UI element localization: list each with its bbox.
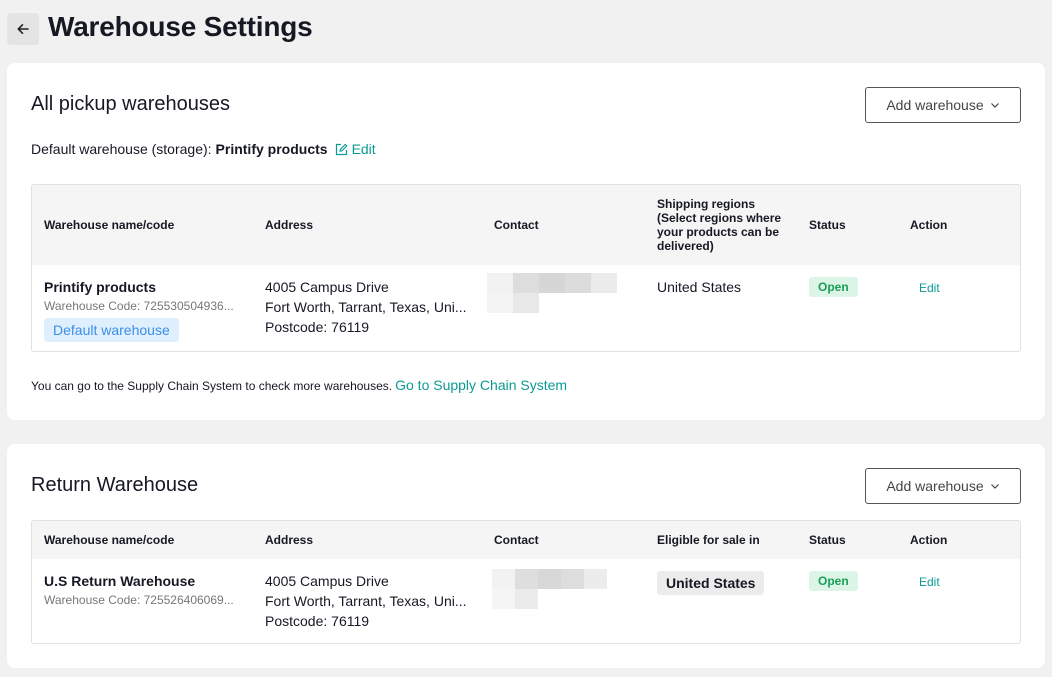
default-warehouse-line: Default warehouse (storage): Printify pr…	[31, 141, 376, 157]
address-line-1: 4005 Campus Drive	[265, 573, 389, 589]
col-header-contact: Contact	[494, 218, 539, 232]
return-warehouse-card: Return Warehouse Add warehouse Warehouse…	[7, 444, 1045, 668]
edit-row-button[interactable]: Edit	[919, 278, 940, 298]
col-header-eligible: Eligible for sale in	[657, 533, 760, 547]
add-return-warehouse-button[interactable]: Add warehouse	[865, 468, 1021, 504]
return-section-title: Return Warehouse	[31, 474, 199, 496]
default-warehouse-label: Default warehouse (storage):	[31, 141, 212, 157]
edit-icon	[335, 143, 347, 155]
status-cell: Open	[809, 570, 858, 591]
default-warehouse-value: Printify products	[215, 141, 328, 157]
col-header-action: Action	[910, 218, 948, 232]
eligible-region-cell: United States	[657, 571, 765, 595]
pickup-section-title: All pickup warehouses	[31, 93, 230, 115]
col-header-contact: Contact	[494, 533, 539, 547]
status-cell: Open	[809, 276, 858, 297]
pickup-warehouse-table: Warehouse name/code Address Contact Ship…	[31, 184, 1021, 352]
add-pickup-warehouse-button[interactable]: Add warehouse	[865, 87, 1021, 123]
edit-row-button[interactable]: Edit	[919, 572, 940, 592]
arrow-left-icon	[17, 24, 29, 34]
edit-default-warehouse-link[interactable]: Edit	[335, 141, 376, 157]
default-warehouse-badge: Default warehouse	[44, 318, 179, 342]
contact-redacted	[487, 273, 617, 313]
chevron-down-icon	[990, 484, 999, 489]
supply-chain-note: You can go to the Supply Chain System to…	[31, 377, 567, 393]
back-button[interactable]	[7, 13, 39, 45]
warehouse-code: Warehouse Code: 725526406069...	[44, 593, 234, 607]
col-header-status: Status	[809, 533, 846, 547]
top-bar: Warehouse Settings	[0, 0, 1052, 56]
address-cell: 4005 Campus Drive Fort Worth, Tarrant, T…	[265, 277, 475, 337]
address-line-2: Fort Worth, Tarrant, Texas, Uni...	[265, 299, 467, 315]
contact-redacted	[492, 569, 607, 609]
warehouse-name: Printify products	[44, 279, 157, 295]
address-line-3: Postcode: 76119	[265, 319, 370, 335]
supply-chain-text: You can go to the Supply Chain System to…	[31, 379, 393, 393]
table-header: Warehouse name/code Address Contact Elig…	[32, 521, 1020, 559]
col-header-status: Status	[809, 218, 846, 232]
add-warehouse-label: Add warehouse	[886, 97, 984, 113]
col-header-action: Action	[910, 533, 948, 547]
col-header-address: Address	[265, 218, 314, 232]
status-badge: Open	[809, 571, 858, 591]
table-header: Warehouse name/code Address Contact Ship…	[32, 185, 1020, 265]
supply-chain-link[interactable]: Go to Supply Chain System	[395, 377, 567, 393]
add-warehouse-label: Add warehouse	[886, 478, 984, 494]
return-warehouse-table: Warehouse name/code Address Contact Elig…	[31, 520, 1021, 644]
warehouse-name-cell: U.S Return Warehouse Warehouse Code: 725…	[44, 571, 249, 609]
status-badge: Open	[809, 277, 858, 297]
page-title: Warehouse Settings	[48, 11, 313, 42]
warehouse-name-cell: Printify products Warehouse Code: 725530…	[44, 277, 249, 342]
col-header-regions: Shipping regions (Select regions where y…	[657, 197, 782, 253]
warehouse-name: U.S Return Warehouse	[44, 573, 196, 589]
chevron-down-icon	[990, 103, 999, 108]
table-row: Printify products Warehouse Code: 725530…	[32, 265, 1020, 351]
address-line-1: 4005 Campus Drive	[265, 279, 389, 295]
table-row: U.S Return Warehouse Warehouse Code: 725…	[32, 559, 1020, 643]
eligible-region-badge: United States	[657, 571, 765, 595]
address-line-2: Fort Worth, Tarrant, Texas, Uni...	[265, 593, 467, 609]
edit-label: Edit	[351, 141, 376, 157]
warehouse-code: Warehouse Code: 725530504936...	[44, 299, 234, 313]
col-header-name: Warehouse name/code	[44, 218, 175, 232]
address-line-3: Postcode: 76119	[265, 613, 370, 629]
col-header-address: Address	[265, 533, 314, 547]
address-cell: 4005 Campus Drive Fort Worth, Tarrant, T…	[265, 571, 475, 631]
pickup-warehouses-card: All pickup warehouses Add warehouse Defa…	[7, 63, 1045, 420]
col-header-name: Warehouse name/code	[44, 533, 175, 547]
shipping-region: United States	[657, 279, 742, 295]
